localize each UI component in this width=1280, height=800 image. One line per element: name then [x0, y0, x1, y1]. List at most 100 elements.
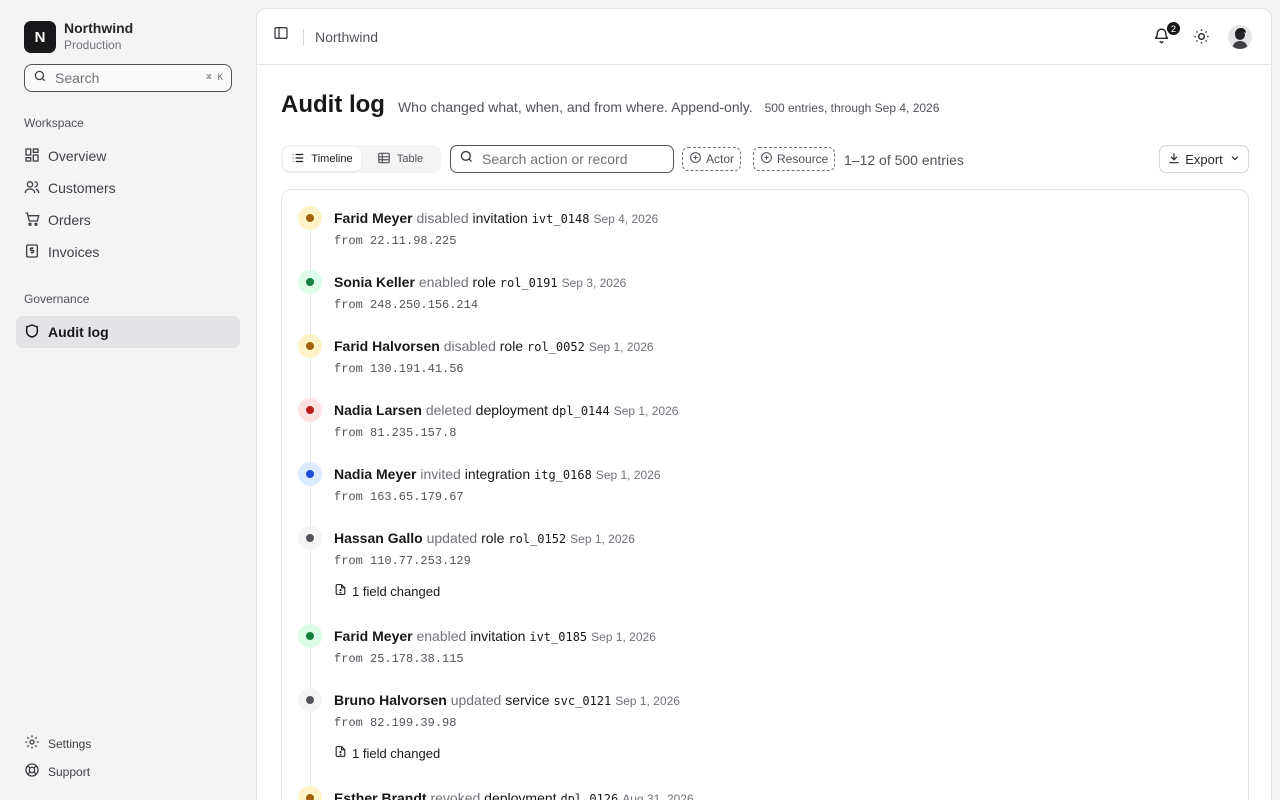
sidebar-item-invoices[interactable]: Invoices	[16, 236, 240, 268]
entry-summary: Sonia Keller enabled role rol_0191 Sep 3,…	[334, 274, 626, 290]
status-dot	[298, 786, 322, 800]
audit-toolbar: Timeline Table Search action or record A…	[281, 145, 1249, 175]
entry-resource-type: deployment	[484, 790, 557, 800]
entry-verb: updated	[450, 692, 502, 708]
sidebar-item-customers[interactable]: Customers	[16, 172, 240, 204]
entry-verb: invited	[420, 466, 461, 482]
group-label-workspace: Workspace	[24, 116, 84, 130]
entry-summary: Bruno Halvorsen updated service svc_0121…	[334, 692, 680, 708]
audit-search-input[interactable]: Search action or record	[450, 145, 674, 173]
tab-table[interactable]: Table	[361, 147, 439, 171]
group-label-governance: Governance	[24, 292, 90, 306]
sidebar-item-label: Overview	[48, 148, 107, 164]
workspace-logo: N	[24, 21, 56, 53]
status-dot	[298, 624, 322, 648]
entry-actor[interactable]: Farid Meyer	[334, 628, 413, 644]
entry-timestamp: Sep 4, 2026	[593, 212, 659, 226]
gear-icon	[24, 734, 40, 753]
entry-resource-type: invitation	[470, 628, 526, 644]
download-icon	[1167, 151, 1181, 168]
entry-verb: updated	[426, 530, 478, 546]
sidebar-toggle-icon	[273, 25, 289, 46]
file-diff-icon	[334, 745, 347, 761]
sidebar-item-audit-log[interactable]: Audit log	[16, 316, 240, 348]
chevron-down-icon	[1229, 152, 1241, 167]
entry-source-ip: from 81.235.157.8	[334, 426, 457, 440]
sidebar-item-overview[interactable]: Overview	[16, 140, 240, 172]
entry-resource-id[interactable]: ivt_0148	[532, 212, 590, 226]
entry-source-ip: from 163.65.179.67	[334, 490, 464, 504]
entry-resource-type: invitation	[472, 210, 528, 226]
avatar[interactable]	[1228, 25, 1252, 49]
entry-verb: disabled	[443, 338, 496, 354]
grid-icon	[24, 147, 40, 166]
entry-source-ip: from 82.199.39.98	[334, 716, 457, 730]
receipt-icon	[24, 243, 40, 262]
sidebar-toggle-button[interactable]	[269, 23, 293, 47]
sidebar-search-placeholder: Search	[55, 70, 100, 86]
breadcrumb[interactable]: Northwind	[315, 29, 378, 45]
entry-resource-id[interactable]: dpl_0126	[560, 792, 618, 800]
entry-resource-id[interactable]: ivt_0185	[529, 630, 587, 644]
entry-verb: enabled	[418, 274, 469, 290]
entry-timestamp: Sep 3, 2026	[561, 276, 627, 290]
status-dot	[298, 334, 322, 358]
sidebar-item-label: Audit log	[48, 324, 109, 340]
entry-resource-id[interactable]: rol_0052	[527, 340, 585, 354]
entry-actor[interactable]: Esther Brandt	[334, 790, 427, 800]
entry-resource-id[interactable]: rol_0191	[500, 276, 558, 290]
entry-actor[interactable]: Sonia Keller	[334, 274, 415, 290]
entry-verb: disabled	[416, 210, 469, 226]
page-header: Audit log Who changed what, when, and fr…	[281, 91, 939, 119]
resource-filter-button[interactable]: Resource	[753, 147, 836, 171]
entry-actor[interactable]: Nadia Meyer	[334, 466, 416, 482]
entry-changes-toggle[interactable]: 1 field changed	[334, 745, 440, 761]
cart-icon	[24, 211, 40, 230]
entry-actor[interactable]: Farid Halvorsen	[334, 338, 440, 354]
entry-resource-type: role	[481, 530, 505, 546]
tab-timeline[interactable]: Timeline	[283, 147, 361, 171]
entry-resource-id[interactable]: svc_0121	[553, 694, 611, 708]
export-button[interactable]: Export	[1159, 145, 1249, 173]
table-icon	[377, 151, 391, 168]
entry-resource-type: integration	[464, 466, 531, 482]
plus-circle-icon	[760, 151, 773, 167]
sidebar-item-settings[interactable]: Settings	[24, 734, 91, 753]
workspace-switcher[interactable]: N Northwind Production	[24, 20, 133, 54]
entry-resource-type: deployment	[475, 402, 549, 418]
entry-timestamp: Sep 1, 2026	[615, 694, 680, 708]
entry-resource-id[interactable]: rol_0152	[508, 532, 566, 546]
audit-timeline: Farid Meyer disabled invitation ivt_0148…	[281, 189, 1249, 800]
shield-icon	[24, 323, 40, 342]
entry-verb: enabled	[416, 628, 467, 644]
entry-resource-id[interactable]: dpl_0144	[552, 404, 610, 418]
entry-changes-toggle[interactable]: 1 field changed	[334, 583, 440, 599]
entry-actor[interactable]: Nadia Larsen	[334, 402, 422, 418]
topbar-divider	[303, 29, 304, 45]
entry-summary: Esther Brandt revoked deployment dpl_012…	[334, 790, 694, 800]
actor-filter-button[interactable]: Actor	[682, 147, 742, 171]
timeline-rail	[310, 220, 311, 800]
entry-actor[interactable]: Hassan Gallo	[334, 530, 423, 546]
search-icon	[33, 69, 47, 88]
status-dot	[298, 526, 322, 550]
entry-verb: revoked	[430, 790, 481, 800]
entry-summary: Farid Meyer enabled invitation ivt_0185 S…	[334, 628, 656, 644]
actor-filter-label: Actor	[706, 152, 735, 166]
sidebar-search[interactable]: Search ⌘ K	[24, 64, 232, 92]
entry-resource-type: role	[499, 338, 524, 354]
sidebar-item-support[interactable]: Support	[24, 762, 90, 781]
entry-resource-id[interactable]: itg_0168	[534, 468, 592, 482]
entry-summary: Nadia Meyer invited integration itg_0168…	[334, 466, 661, 482]
theme-toggle-button[interactable]	[1193, 28, 1210, 50]
status-dot	[298, 206, 322, 230]
users-icon	[24, 179, 40, 198]
entry-actor[interactable]: Farid Meyer	[334, 210, 413, 226]
file-diff-icon	[334, 583, 347, 599]
entry-actor[interactable]: Bruno Halvorsen	[334, 692, 447, 708]
entry-timestamp: Aug 31, 2026	[622, 792, 694, 800]
sidebar-item-orders[interactable]: Orders	[16, 204, 240, 236]
sidebar-item-label: Settings	[48, 736, 92, 751]
sun-icon	[1193, 29, 1210, 49]
notification-badge: 2	[1166, 21, 1181, 36]
